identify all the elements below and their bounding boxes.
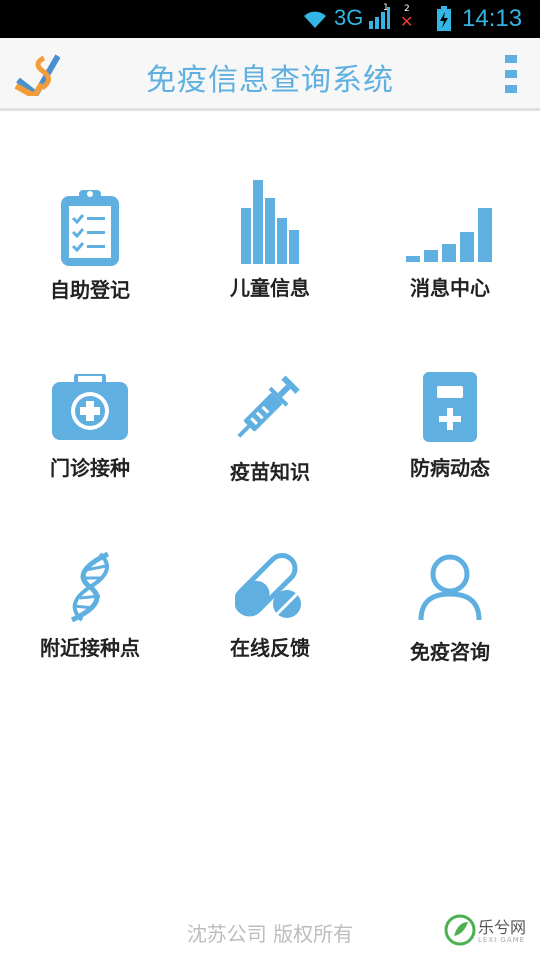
tile-label: 疫苗知识 (230, 460, 310, 484)
wifi-icon (304, 11, 326, 28)
tile-online-feedback[interactable]: 在线反馈 (180, 530, 360, 710)
tile-nearby-sites[interactable]: 附近接种点 (0, 530, 180, 710)
tile-immunization-consult[interactable]: 免疫咨询 (360, 530, 540, 710)
watermark-subtext: LEXI GAME (478, 936, 526, 944)
tile-label: 自助登记 (50, 278, 130, 302)
page-title: 免疫信息查询系统 (146, 63, 394, 98)
clock: 14:13 (462, 5, 523, 32)
ascending-bars-icon (406, 208, 492, 262)
tile-child-info[interactable]: 儿童信息 (180, 170, 360, 350)
network-type: 3G (334, 5, 364, 30)
tile-label: 附近接种点 (40, 636, 140, 660)
watermark-logo-icon (444, 914, 476, 946)
syringe-icon (237, 375, 300, 438)
tile-vaccine-knowledge[interactable]: 疫苗知识 (180, 350, 360, 530)
battery-charging-icon (437, 6, 451, 31)
no-signal-icon: ✕ (400, 12, 414, 31)
tile-self-registration[interactable]: 自助登记 (0, 170, 180, 350)
tile-label: 在线反馈 (230, 636, 310, 660)
tile-message-center[interactable]: 消息中心 (360, 170, 540, 350)
pill-icon (235, 552, 301, 618)
dna-icon (70, 552, 110, 622)
status-bar: 3G 1 2 ✕ 14:13 (0, 0, 540, 38)
clipboard-checklist-icon (61, 190, 119, 266)
tile-label: 门诊接种 (50, 456, 130, 480)
signal-icon (369, 7, 390, 29)
tile-label: 消息中心 (410, 276, 490, 300)
medical-kit-icon (52, 374, 128, 440)
tile-label: 免疫咨询 (410, 640, 490, 664)
tile-label: 防病动态 (410, 456, 490, 480)
app-bar: 免疫信息查询系统 (0, 38, 540, 111)
overflow-menu-icon[interactable] (502, 52, 522, 96)
person-icon (418, 554, 482, 621)
bar-chart-icon (241, 180, 299, 264)
tile-disease-news[interactable]: 防病动态 (360, 350, 540, 530)
tile-label: 儿童信息 (230, 276, 310, 300)
watermark-text: 乐兮网 (478, 918, 527, 937)
tile-clinic-vaccination[interactable]: 门诊接种 (0, 350, 180, 530)
medical-device-icon (423, 372, 477, 442)
